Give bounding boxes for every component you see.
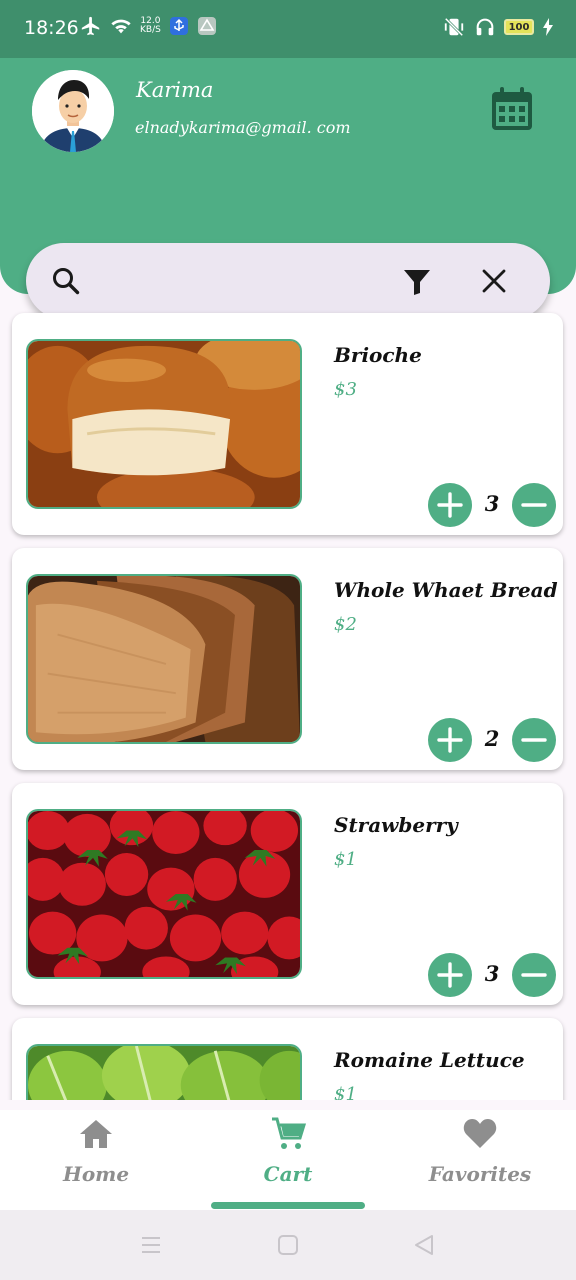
increase-quantity-button[interactable]	[428, 953, 472, 997]
cart-list[interactable]: Brioche $3 3 Whole Whaet Bread $2 2 Stra…	[0, 294, 576, 1100]
plus-icon	[437, 962, 463, 988]
headphones-icon	[476, 18, 494, 36]
product-image	[26, 1044, 302, 1100]
cart-item-card: Brioche $3 3	[12, 313, 563, 535]
bottom-navigation: Home Cart Favorites	[0, 1110, 576, 1210]
decrease-quantity-button[interactable]	[512, 718, 556, 762]
product-price: $3	[334, 379, 357, 400]
active-tab-indicator	[211, 1202, 365, 1209]
nav-label: Cart	[263, 1162, 313, 1186]
whole-wheat-bread-image	[28, 576, 300, 742]
status-right-icons: 100	[442, 16, 554, 38]
profile-header: Karima elnadykarima@gmail. com	[0, 58, 576, 319]
product-name: Romaine Lettuce	[334, 1048, 525, 1072]
profile-name: Karima	[136, 78, 214, 102]
nav-item-home[interactable]: Home	[0, 1110, 192, 1210]
quantity-value: 3	[484, 491, 500, 516]
recent-apps-icon[interactable]	[140, 1234, 162, 1256]
home-button-icon[interactable]	[277, 1234, 299, 1256]
product-price: $2	[334, 614, 357, 635]
filter-icon[interactable]	[402, 267, 432, 297]
product-name: Strawberry	[334, 813, 458, 837]
product-price: $1	[334, 1084, 357, 1100]
quantity-value: 2	[484, 726, 500, 751]
brioche-image	[28, 341, 300, 507]
plus-icon	[437, 492, 463, 518]
nav-item-cart[interactable]: Cart	[192, 1110, 384, 1210]
increase-quantity-button[interactable]	[428, 483, 472, 527]
nav-label: Favorites	[428, 1162, 532, 1186]
drive-icon	[197, 17, 216, 35]
product-price: $1	[334, 849, 357, 870]
product-image	[26, 574, 302, 744]
usb-icon	[169, 17, 188, 35]
decrease-quantity-button[interactable]	[512, 483, 556, 527]
back-icon[interactable]	[413, 1234, 435, 1256]
system-navigation-bar	[0, 1210, 576, 1280]
product-name: Brioche	[334, 343, 422, 367]
calendar-icon	[492, 87, 532, 130]
status-left-icons: 12.0 KB/S	[80, 15, 217, 37]
status-time: 18:26	[24, 17, 79, 39]
cart-item-card: Romaine Lettuce $1	[12, 1018, 563, 1100]
product-image	[26, 339, 302, 509]
avatar[interactable]	[32, 70, 114, 152]
decrease-quantity-button[interactable]	[512, 953, 556, 997]
cart-item-card: Strawberry $1 3	[12, 783, 563, 1005]
strawberry-image	[28, 811, 300, 977]
status-bar: 18:26 12.0 KB/S 100	[0, 0, 576, 58]
home-icon	[80, 1120, 112, 1148]
increase-quantity-button[interactable]	[428, 718, 472, 762]
quantity-value: 3	[484, 961, 500, 986]
minus-icon	[521, 973, 547, 977]
close-icon[interactable]	[480, 267, 508, 295]
cart-icon	[272, 1117, 306, 1149]
calendar-button[interactable]	[490, 86, 534, 132]
search-icon[interactable]	[50, 265, 82, 297]
product-image	[26, 809, 302, 979]
battery-indicator: 100	[504, 19, 534, 35]
airplane-mode-icon	[81, 16, 100, 36]
user-avatar-icon	[32, 70, 114, 152]
heart-icon	[463, 1119, 497, 1148]
minus-icon	[521, 503, 547, 507]
minus-icon	[521, 738, 547, 742]
charging-icon	[543, 18, 553, 36]
wifi-icon	[111, 19, 131, 34]
nav-label: Home	[62, 1162, 130, 1186]
plus-icon	[437, 727, 463, 753]
profile-email: elnadykarima@gmail. com	[135, 118, 351, 137]
product-name: Whole Whaet Bread	[334, 578, 558, 602]
net-speed: 12.0 KB/S	[140, 16, 161, 35]
vibrate-icon	[444, 17, 464, 37]
cart-item-card: Whole Whaet Bread $2 2	[12, 548, 563, 770]
nav-item-favorites[interactable]: Favorites	[384, 1110, 576, 1210]
romaine-lettuce-image	[28, 1046, 300, 1100]
